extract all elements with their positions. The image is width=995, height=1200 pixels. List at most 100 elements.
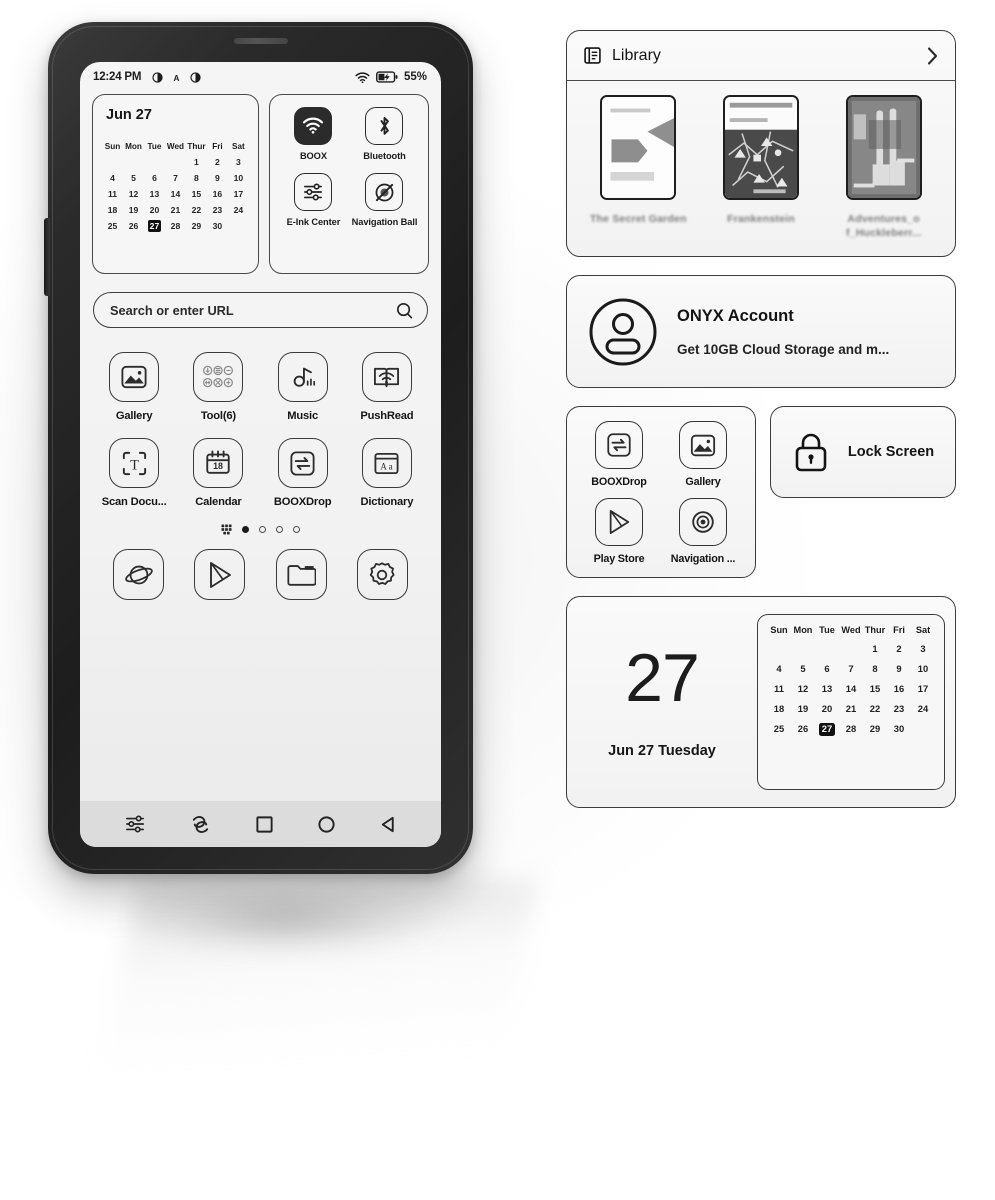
calendar-day[interactable]: 22 — [863, 702, 887, 715]
calendar-day[interactable]: 1 — [186, 156, 207, 168]
calendar-day[interactable]: 13 — [144, 188, 165, 200]
calendar-day[interactable]: 24 — [228, 204, 249, 216]
calendar-day[interactable]: 4 — [102, 172, 123, 184]
calendar-day[interactable]: 21 — [839, 702, 863, 715]
calendar-day[interactable]: 4 — [767, 662, 791, 675]
calendar-day[interactable]: 29 — [186, 220, 207, 232]
widget-app-gallery[interactable]: Gallery — [661, 421, 745, 488]
folder-icon[interactable] — [275, 549, 327, 600]
calendar-day-today[interactable]: 27 — [815, 722, 839, 736]
page-dot-3[interactable] — [276, 526, 283, 533]
calendar-day[interactable]: 24 — [911, 702, 935, 715]
calendar-day[interactable]: 23 — [207, 204, 228, 216]
app-gallery[interactable]: Gallery — [92, 352, 176, 422]
app-grid-icon[interactable] — [221, 524, 232, 535]
widget-app-play-store[interactable]: Play Store — [577, 498, 661, 565]
calendar-day[interactable]: 20 — [815, 702, 839, 715]
calendar-day[interactable]: 6 — [144, 172, 165, 184]
gear-icon[interactable] — [356, 549, 408, 600]
app-tool-folder[interactable]: Tool(6) — [176, 352, 260, 422]
app-booxdrop[interactable]: BOOXDrop — [261, 438, 345, 508]
library-book-item[interactable]: Frankenstein — [709, 95, 813, 240]
calendar-day[interactable]: 19 — [791, 702, 815, 715]
calendar-day[interactable]: 11 — [102, 188, 123, 200]
calendar-day[interactable]: 30 — [887, 722, 911, 735]
search-input-placeholder[interactable]: Search or enter URL — [110, 303, 396, 318]
app-pushread[interactable]: PushRead — [345, 352, 429, 422]
library-header[interactable]: Library — [567, 31, 955, 81]
toggle-boox-wifi[interactable]: BOOX — [278, 107, 349, 161]
library-book-item[interactable]: Adventures_o f_Huckleberr... — [832, 95, 936, 240]
calendar-day[interactable]: 7 — [839, 662, 863, 675]
calendar-day[interactable]: 22 — [186, 204, 207, 216]
calendar-day[interactable]: 7 — [165, 172, 186, 184]
calendar-day-today[interactable]: 27 — [144, 219, 165, 232]
app-calendar[interactable]: 18 Calendar — [176, 438, 260, 508]
calendar-day[interactable]: 13 — [815, 682, 839, 695]
circle-icon[interactable] — [317, 815, 336, 834]
calendar-day[interactable]: 1 — [863, 642, 887, 655]
search-bar[interactable]: Search or enter URL — [93, 292, 428, 328]
power-button[interactable] — [44, 218, 50, 296]
calendar-day[interactable]: 29 — [863, 722, 887, 735]
calendar-day[interactable]: 25 — [767, 722, 791, 735]
lock-screen-widget[interactable]: Lock Screen — [770, 406, 956, 499]
square-icon[interactable] — [255, 815, 274, 834]
calendar-day[interactable]: 25 — [102, 220, 123, 232]
calendar-day[interactable]: 26 — [791, 722, 815, 735]
app-dictionary[interactable]: A a Dictionary — [345, 438, 429, 508]
widget-app-booxdrop[interactable]: BOOXDrop — [577, 421, 661, 488]
calendar-day[interactable]: 6 — [815, 662, 839, 675]
sliders-icon[interactable] — [124, 814, 146, 834]
calendar-day[interactable]: 12 — [123, 188, 144, 200]
calendar-day[interactable]: 11 — [767, 682, 791, 695]
search-icon[interactable] — [396, 302, 413, 319]
calendar-day[interactable]: 12 — [791, 682, 815, 695]
play-store-icon[interactable] — [194, 549, 246, 600]
calendar-day[interactable]: 18 — [102, 204, 123, 216]
calendar-day[interactable]: 23 — [887, 702, 911, 715]
calendar-day[interactable]: 9 — [207, 172, 228, 184]
calendar-day[interactable]: 16 — [207, 188, 228, 200]
calendar-day[interactable]: 15 — [863, 682, 887, 695]
page-dot-4[interactable] — [293, 526, 300, 533]
page-dot-1[interactable] — [242, 526, 249, 533]
calendar-day[interactable]: 5 — [791, 662, 815, 675]
calendar-day[interactable]: 14 — [839, 682, 863, 695]
app-scan-document[interactable]: T Scan Docu... — [92, 438, 176, 508]
calendar-large-widget[interactable]: 27 Jun 27 Tuesday Sun Mon Tue Wed Thur Fri Sat… — [566, 596, 956, 809]
refresh-swirl-icon[interactable] — [189, 814, 212, 835]
calendar-day[interactable]: 14 — [165, 188, 186, 200]
app-music[interactable]: Music — [261, 352, 345, 422]
calendar-day[interactable]: 5 — [123, 172, 144, 184]
calendar-day[interactable]: 15 — [186, 188, 207, 200]
widget-app-navigation-ball[interactable]: Navigation ... — [661, 498, 745, 565]
calendar-day[interactable]: 8 — [863, 662, 887, 675]
calendar-day[interactable]: 26 — [123, 220, 144, 232]
calendar-day[interactable]: 17 — [228, 188, 249, 200]
calendar-day[interactable]: 21 — [165, 204, 186, 216]
calendar-day[interactable]: 28 — [165, 220, 186, 232]
calendar-day[interactable]: 3 — [228, 156, 249, 168]
calendar-day[interactable]: 18 — [767, 702, 791, 715]
calendar-day[interactable]: 9 — [887, 662, 911, 675]
calendar-day[interactable]: 20 — [144, 204, 165, 216]
calendar-day[interactable]: 19 — [123, 204, 144, 216]
toggle-navigation-ball[interactable]: Navigation Ball — [349, 173, 420, 227]
triangle-back-icon[interactable] — [379, 815, 397, 834]
toggle-eink-center[interactable]: E-Ink Center — [278, 173, 349, 227]
toggle-bluetooth[interactable]: Bluetooth — [349, 107, 420, 161]
library-book-item[interactable]: The Secret Garden — [586, 95, 690, 240]
calendar-day[interactable]: 16 — [887, 682, 911, 695]
chevron-right-icon[interactable] — [926, 46, 939, 66]
calendar-day[interactable]: 2 — [207, 156, 228, 168]
calendar-day[interactable]: 10 — [911, 662, 935, 675]
calendar-day[interactable]: 2 — [887, 642, 911, 655]
calendar-widget[interactable]: Jun 27 Sun Mon Tue Wed Thur Fri Sat 1 2 3 4 5 6 7 8 9 10… — [92, 94, 259, 274]
page-dot-2[interactable] — [259, 526, 266, 533]
calendar-day[interactable]: 8 — [186, 172, 207, 184]
calendar-day[interactable]: 17 — [911, 682, 935, 695]
planet-browser-icon[interactable] — [113, 549, 165, 600]
calendar-day[interactable]: 28 — [839, 722, 863, 735]
calendar-day[interactable]: 10 — [228, 172, 249, 184]
